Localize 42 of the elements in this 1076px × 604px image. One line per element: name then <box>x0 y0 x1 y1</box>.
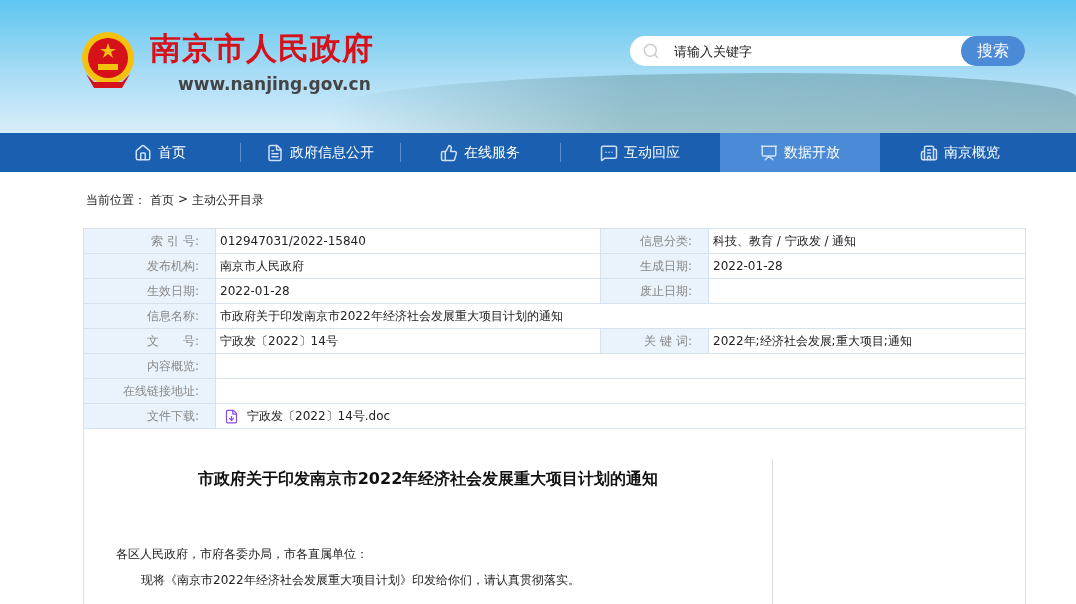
field-value: 2022-01-28 <box>712 258 784 275</box>
breadcrumb-link[interactable]: 首页 <box>150 192 174 228</box>
search-button[interactable]: 搜索 <box>961 36 1025 66</box>
nav-tab[interactable]: 数据开放 <box>720 133 880 172</box>
field-label: 生成日期: <box>601 254 709 278</box>
chart-board-icon <box>760 143 778 162</box>
site-name: 南京市人民政府 <box>150 29 374 68</box>
nav-tab[interactable]: 互动回应 <box>560 133 720 172</box>
salutation-text: 各区人民政府，市府各委办局，市各直属单位： <box>116 546 369 563</box>
field-value: 2022年;经济社会发展;重大项目;通知 <box>712 332 913 350</box>
chat-icon <box>600 143 618 162</box>
breadcrumb-link[interactable]: 主动公开目录 <box>192 192 265 228</box>
field-label: 生效日期: <box>84 279 216 303</box>
breadcrumb-separator: > <box>178 192 189 208</box>
nav-tab[interactable]: 政府信息公开 <box>240 133 400 172</box>
nav-tab[interactable]: 在线服务 <box>400 133 560 172</box>
nav-tab[interactable]: 南京概览 <box>880 133 1040 172</box>
home-icon <box>134 143 152 162</box>
field-label: 发布机构: <box>84 254 216 278</box>
download-icon <box>224 408 239 424</box>
nav-tab[interactable]: 首页 <box>80 133 240 172</box>
field-label: 关 键 词: <box>601 329 709 353</box>
search-icon <box>642 42 660 60</box>
document-icon <box>266 143 284 162</box>
field-label: 废止日期: <box>601 279 709 303</box>
field-value: 科技、教育 / 宁政发 / 通知 <box>712 232 858 250</box>
file-link[interactable]: 宁政发〔2022〕14号.doc <box>247 407 391 425</box>
field-label: 文件下载: <box>84 404 216 428</box>
field-label: 索 引 号: <box>84 229 216 253</box>
field-label: 信息分类: <box>601 229 709 253</box>
site-url: www.nanjing.gov.cn <box>178 74 372 94</box>
field-label: 信息名称: <box>84 304 216 328</box>
building-icon <box>920 143 938 162</box>
field-label: 在线链接地址: <box>84 379 216 403</box>
field-value: 市政府关于印发南京市2022年经济社会发展重大项目计划的通知 <box>219 307 564 325</box>
search-field[interactable]: 请输入关键字 搜索 <box>630 36 1025 66</box>
article-title: 市政府关于印发南京市2022年经济社会发展重大项目计划的通知 <box>196 469 660 490</box>
field-label: 文 号: <box>84 329 216 353</box>
body-paragraph: 现将《南京市2022年经济社会发展重大项目计划》印发给你们，请认真贯彻落实。 <box>141 572 581 589</box>
field-label: 内容概览: <box>84 354 216 378</box>
thumbs-up-icon <box>440 143 458 162</box>
breadcrumb-label: 当前位置： <box>86 192 146 209</box>
